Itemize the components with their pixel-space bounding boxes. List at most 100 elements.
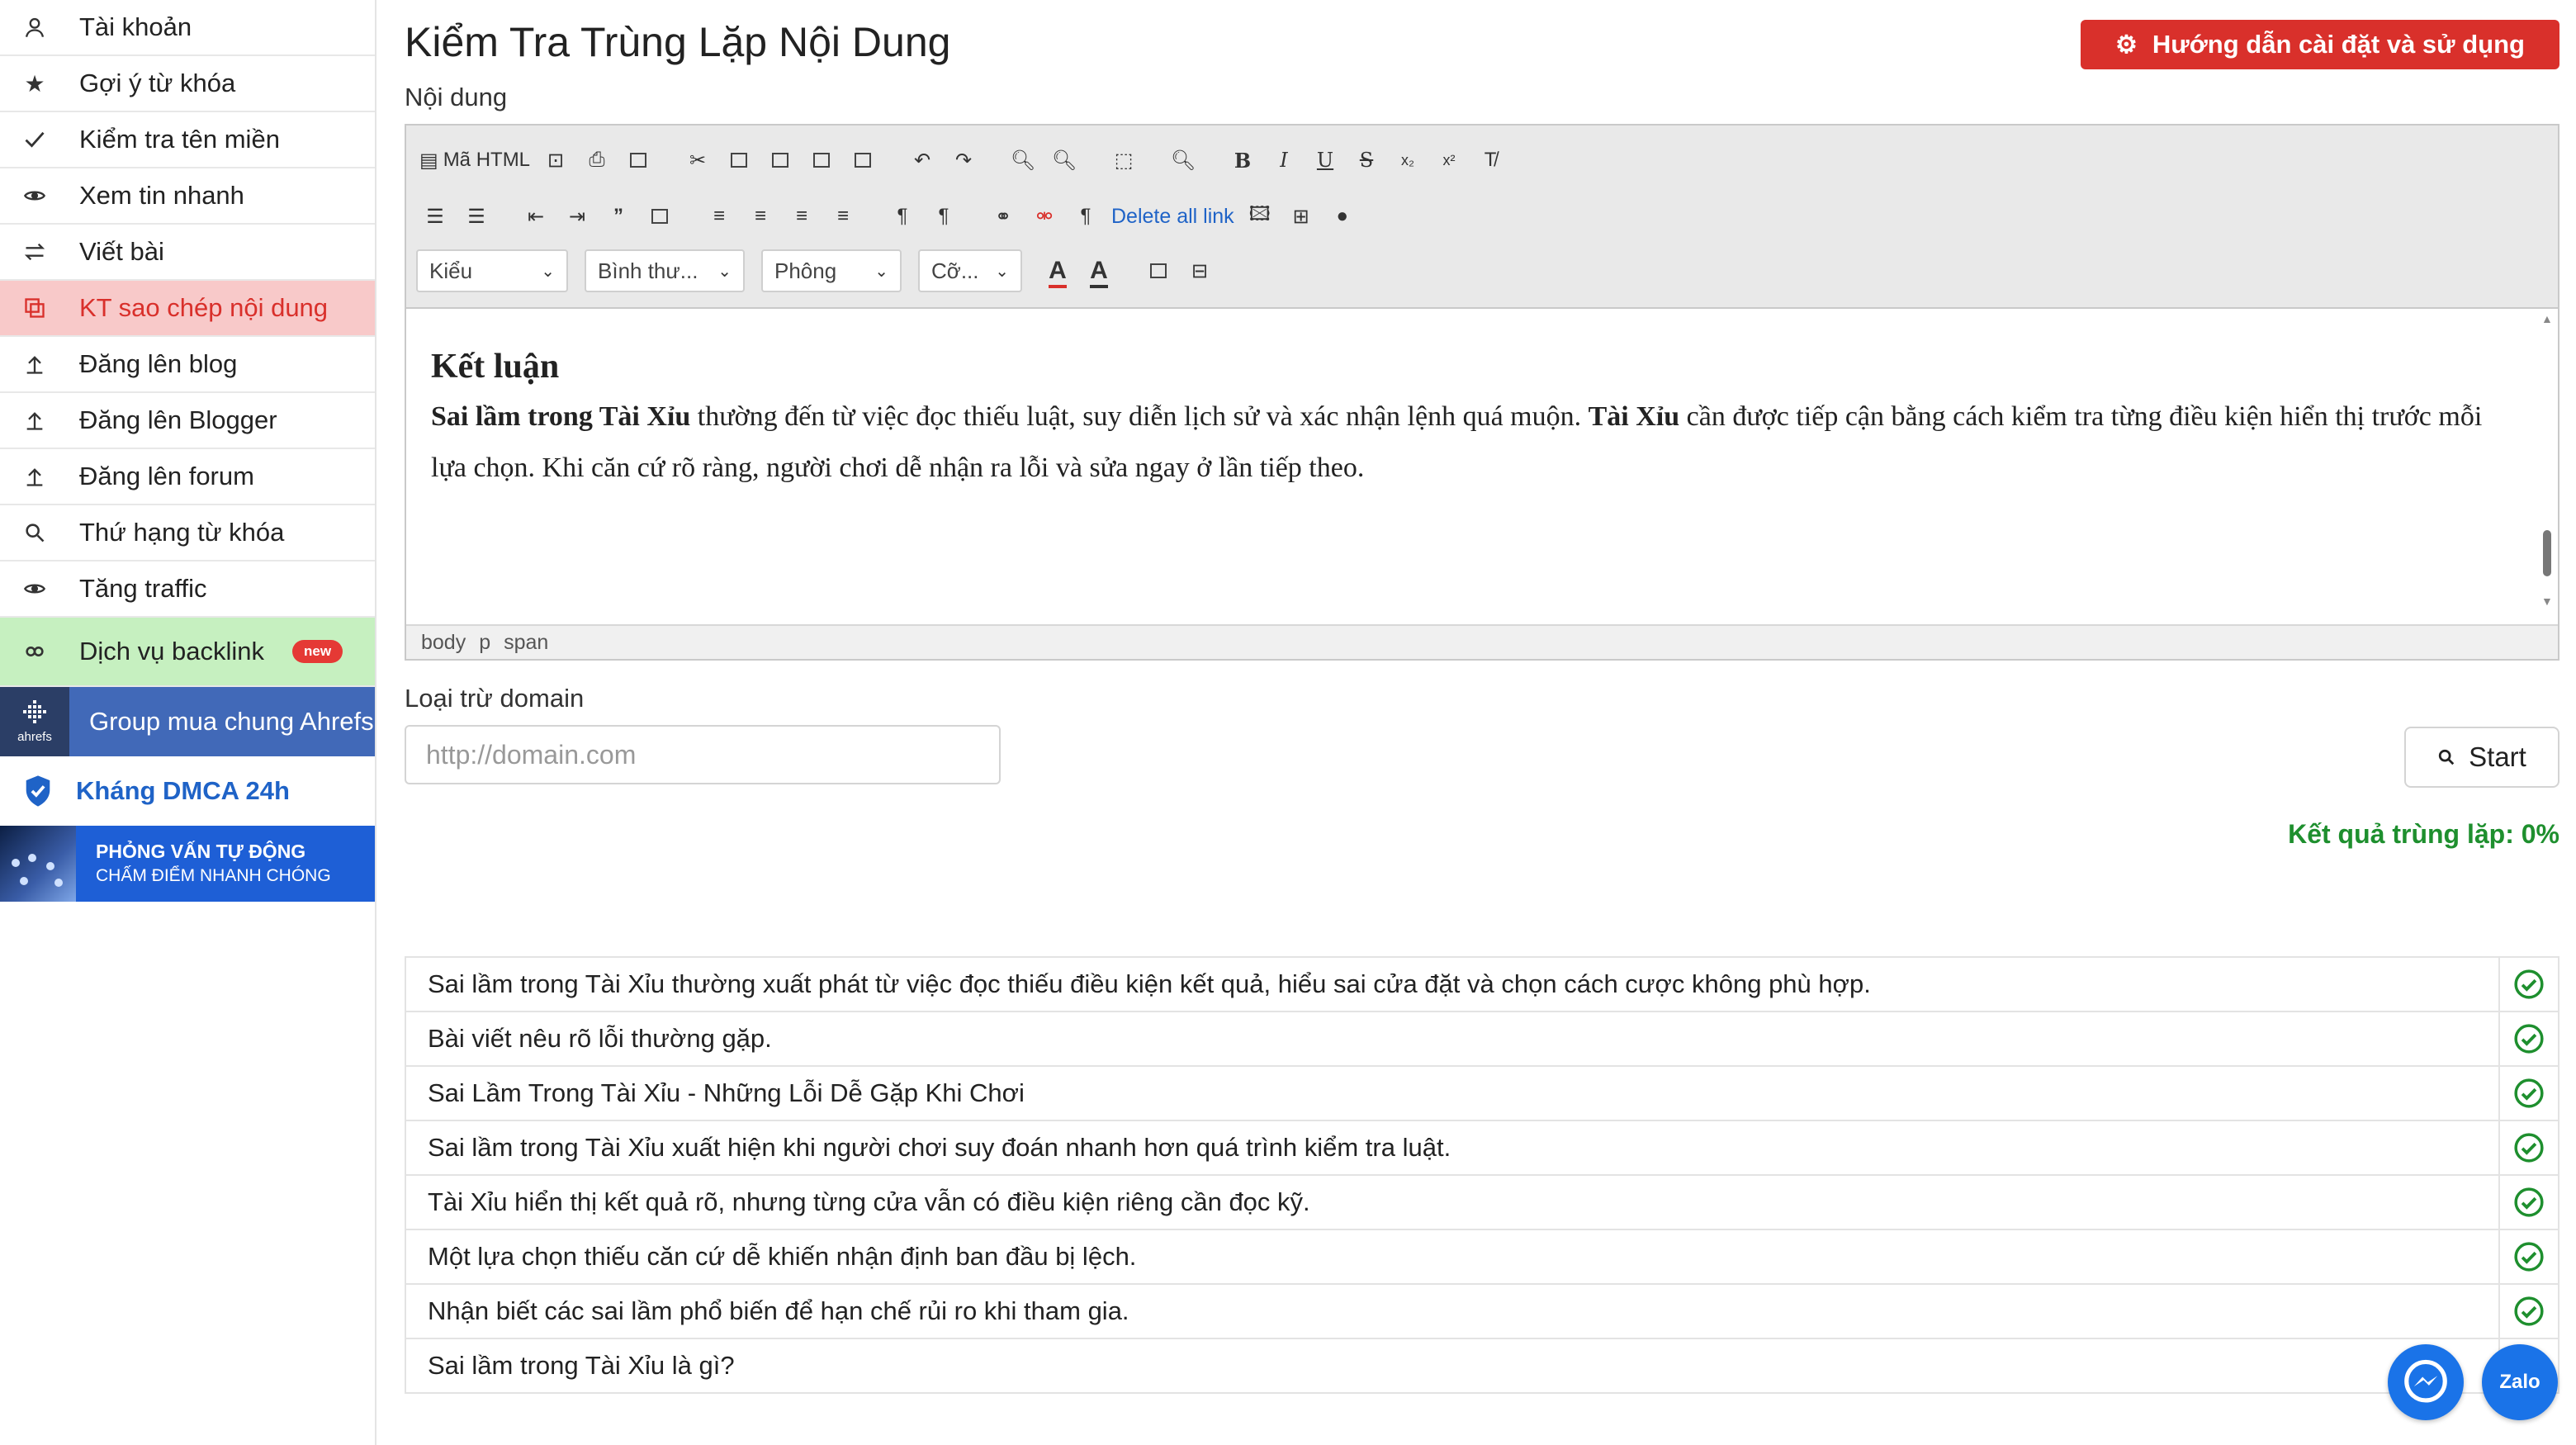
sidebar-item-traffic[interactable]: Tăng traffic xyxy=(0,561,375,618)
font-select[interactable]: Phông ⌄ xyxy=(761,249,902,292)
format-select-value: Bình thư... xyxy=(598,258,698,283)
result-status-cell xyxy=(2498,1120,2559,1176)
numbered-list-icon[interactable]: ☰ xyxy=(416,197,454,235)
start-button[interactable]: Start xyxy=(2404,727,2559,788)
path-body[interactable]: body xyxy=(421,631,466,655)
sidebar-item-write[interactable]: Viết bài xyxy=(0,225,375,281)
sidebar-item-label: Viết bài xyxy=(79,237,164,266)
sidebar-item-quick-news[interactable]: Xem tin nhanh xyxy=(0,168,375,225)
paste-text-icon[interactable] xyxy=(803,141,841,179)
align-left-icon[interactable]: ≡ xyxy=(700,197,738,235)
result-status-cell xyxy=(2498,1229,2559,1285)
sidebar-item-post-blogger[interactable]: Đăng lên Blogger xyxy=(0,393,375,449)
dmca-link[interactable]: Kháng DMCA 24h xyxy=(0,756,375,826)
maximize-icon[interactable] xyxy=(1139,252,1177,290)
sidebar-item-account[interactable]: Tài khoản xyxy=(0,0,375,56)
interview-banner[interactable]: PHỎNG VẤN TỰ ĐỘNG CHẤM ĐIỂM NHANH CHÓNG xyxy=(0,826,375,902)
style-select-value: Kiểu xyxy=(429,258,473,283)
find-icon[interactable]: 🔍︎ xyxy=(1004,141,1042,179)
remove-format-icon[interactable]: T̸ xyxy=(1471,141,1509,179)
table-icon[interactable]: ⊞ xyxy=(1282,197,1320,235)
rich-text-editor: ▤ Mã HTML ⊡ ⎙ ✂ ↶ ↷ 🔍︎ 🔍︎ ⬚ 🔍︎ B I U S x… xyxy=(405,124,2559,661)
info-icon[interactable]: ● xyxy=(1324,197,1361,235)
sidebar-item-keyword-rank[interactable]: Thứ hạng từ khóa xyxy=(0,505,375,561)
template-icon[interactable] xyxy=(619,141,657,179)
sidebar-item-copy-check[interactable]: KT sao chép nội dung xyxy=(0,281,375,337)
guide-button[interactable]: ⚙ Hướng dẫn cài đặt và sử dụng xyxy=(2081,20,2559,69)
search-icon xyxy=(18,521,51,544)
bulleted-list-icon[interactable]: ☰ xyxy=(457,197,495,235)
format-select[interactable]: Bình thư... ⌄ xyxy=(585,249,745,292)
image-icon[interactable]: 🖾 xyxy=(1241,197,1279,235)
background-color-icon[interactable]: A xyxy=(1080,252,1118,290)
div-icon[interactable] xyxy=(641,197,679,235)
scroll-thumb[interactable] xyxy=(2543,530,2551,576)
result-sentence: Sai lầm trong Tài Xỉu là gì? xyxy=(405,1338,2500,1394)
sidebar-item-post-forum[interactable]: Đăng lên forum xyxy=(0,449,375,505)
cut-icon[interactable]: ✂ xyxy=(679,141,717,179)
path-p[interactable]: p xyxy=(479,631,490,655)
italic-icon[interactable]: I xyxy=(1265,141,1303,179)
rtl-icon[interactable]: ¶ xyxy=(925,197,963,235)
editor-scrollbar[interactable]: ▲ ▼ xyxy=(2536,309,2558,611)
replace-icon[interactable]: 🔍︎ xyxy=(1045,141,1083,179)
upload-icon xyxy=(18,409,51,432)
select-all-icon[interactable]: ⬚ xyxy=(1105,141,1143,179)
scroll-up-icon[interactable]: ▲ xyxy=(2541,312,2553,325)
ahrefs-group-banner[interactable]: ahrefs Group mua chung Ahrefs xyxy=(0,687,375,756)
path-span[interactable]: span xyxy=(504,631,548,655)
style-select[interactable]: Kiểu ⌄ xyxy=(416,249,568,292)
result-status-cell xyxy=(2498,1065,2559,1121)
table-row: Sai lầm trong Tài Xỉu là gì? xyxy=(405,1338,2559,1394)
exclude-domain-input[interactable] xyxy=(405,725,1001,784)
results-table: Sai lầm trong Tài Xỉu thường xuất phát t… xyxy=(405,956,2559,1394)
outdent-icon[interactable]: ⇤ xyxy=(517,197,555,235)
start-button-label: Start xyxy=(2469,741,2526,772)
align-right-icon[interactable]: ≡ xyxy=(783,197,821,235)
table-row: Một lựa chọn thiếu căn cứ dễ khiến nhận … xyxy=(405,1229,2559,1285)
scroll-down-icon[interactable]: ▼ xyxy=(2541,595,2553,608)
superscript-icon[interactable]: x² xyxy=(1430,141,1468,179)
result-status-cell xyxy=(2498,1174,2559,1230)
copy-icon[interactable] xyxy=(720,141,758,179)
justify-icon[interactable]: ≡ xyxy=(824,197,862,235)
indent-icon[interactable]: ⇥ xyxy=(558,197,596,235)
sidebar-item-post-blog[interactable]: Đăng lên blog xyxy=(0,337,375,393)
source-html-button[interactable]: ▤ Mã HTML xyxy=(416,141,533,179)
sidebar-item-backlink[interactable]: Dịch vụ backlink new xyxy=(0,618,375,687)
messenger-button[interactable] xyxy=(2388,1344,2464,1420)
delete-all-links-button[interactable]: Delete all link xyxy=(1108,197,1238,235)
zalo-button[interactable]: Zalo xyxy=(2482,1344,2558,1420)
anchor-icon[interactable]: ¶ xyxy=(1067,197,1105,235)
check-icon xyxy=(18,128,51,151)
blockquote-icon[interactable]: ” xyxy=(599,197,637,235)
link-icon[interactable]: ⚭ xyxy=(984,197,1022,235)
text-color-icon[interactable]: A xyxy=(1039,252,1077,290)
paste-word-icon[interactable] xyxy=(844,141,882,179)
underline-icon[interactable]: U xyxy=(1306,141,1344,179)
sidebar-item-domain-check[interactable]: Kiểm tra tên miền xyxy=(0,112,375,168)
ltr-icon[interactable]: ¶ xyxy=(883,197,921,235)
table-row: Tài Xỉu hiển thị kết quả rõ, nhưng từng … xyxy=(405,1174,2559,1230)
paste-icon[interactable] xyxy=(761,141,799,179)
align-center-icon[interactable]: ≡ xyxy=(741,197,779,235)
shield-check-icon xyxy=(26,775,50,807)
subscript-icon[interactable]: x₂ xyxy=(1389,141,1427,179)
preview-icon[interactable]: ⊡ xyxy=(537,141,575,179)
print-icon[interactable]: ⎙ xyxy=(578,141,616,179)
redo-icon[interactable]: ↷ xyxy=(945,141,983,179)
bold-icon[interactable]: B xyxy=(1224,141,1262,179)
undo-icon[interactable]: ↶ xyxy=(903,141,941,179)
sidebar-item-keyword-suggest[interactable]: ★ Gợi ý từ khóa xyxy=(0,56,375,112)
editor-content[interactable]: Kết luận Sai lầm trong Tài Xỉu thường đế… xyxy=(431,342,2520,494)
strikethrough-icon[interactable]: S xyxy=(1347,141,1385,179)
sidebar-item-label: Xem tin nhanh xyxy=(79,181,244,210)
spellcheck-icon[interactable]: 🔍︎ xyxy=(1164,141,1202,179)
size-select[interactable]: Cỡ... ⌄ xyxy=(918,249,1022,292)
sidebar-item-label: Đăng lên blog xyxy=(79,349,238,378)
show-blocks-icon[interactable]: ⊟ xyxy=(1181,252,1219,290)
result-status-cell xyxy=(2498,1011,2559,1067)
interview-banner-line2: CHẤM ĐIỂM NHANH CHÓNG xyxy=(96,866,331,885)
sidebar-item-label: Gợi ý từ khóa xyxy=(79,69,236,97)
unlink-icon[interactable]: ⚮ xyxy=(1025,197,1063,235)
